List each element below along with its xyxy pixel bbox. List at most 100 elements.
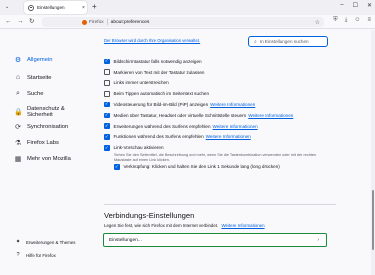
option-label: Beim Tippen automatisch im Seitentext su… (113, 91, 210, 97)
back-arrow-icon[interactable]: ← (5, 17, 12, 26)
settings-gear-icon (28, 4, 34, 11)
maximize-icon[interactable]: ☐ (353, 2, 358, 9)
checkbox[interactable] (104, 69, 110, 75)
learn-more-link[interactable]: Weitere Informationen (206, 134, 251, 139)
url-address[interactable]: about:preferences (111, 20, 150, 25)
learn-more-link[interactable]: Weitere Informationen (221, 223, 264, 228)
category-more-mozilla[interactable]: ▦ Mehr von Mozilla (14, 155, 71, 163)
option-search-when-typing[interactable]: Beim Tippen automatisch im Seitentext su… (104, 88, 336, 99)
section-divider (104, 204, 336, 205)
option-recommend-extensions[interactable]: ✓ Erweiterungen während des Surfens empf… (104, 121, 336, 132)
option-label: Markieren von Text mit der Tastatur zula… (113, 69, 205, 75)
puzzle-icon: ✦ (15, 239, 21, 245)
tab-close-icon[interactable]: × (80, 5, 87, 11)
checkbox[interactable] (104, 91, 110, 97)
category-search[interactable]: ⌕ Suche (14, 90, 43, 98)
tab-settings[interactable]: Einstellungen × (24, 1, 87, 14)
scrollbar-thumb[interactable] (372, 190, 374, 250)
footer-label: Hilfe für Firefox (26, 252, 56, 258)
category-label: Firefox Labs (27, 140, 59, 146)
category-home[interactable]: ⌂ Startseite (14, 74, 52, 81)
network-settings-description: Legen Sie fest, wie sich Firefox mit dem… (104, 223, 265, 228)
addons-themes-link[interactable]: ✦ Erweiterungen & Themes (14, 239, 76, 245)
url-bar[interactable]: Firefox about:preferences ☆ (42, 17, 324, 27)
option-label: Link-Vorschau aktivieren (113, 145, 164, 151)
option-label: Videosteuerung für Bild-im-Bild (PiP) an… (113, 102, 209, 108)
firefox-logo-icon (82, 19, 87, 25)
option-underline-links[interactable]: Links immer unterstreichen (104, 78, 336, 89)
option-label: Medien über Tastatur, Headset oder virtu… (113, 112, 247, 118)
checkbox[interactable]: ✓ (104, 123, 110, 129)
checkbox[interactable]: ✓ (104, 59, 110, 65)
url-separator (106, 19, 108, 25)
managed-policy-notice[interactable]: Der Browser wird durch Ihre Organisation… (104, 38, 200, 43)
menu-icon[interactable]: ≡ (367, 17, 371, 24)
account-icon[interactable]: ☺ (354, 17, 360, 24)
option-long-press[interactable]: ✓ Verknüpfung: Klicken und halten Sie de… (114, 163, 336, 171)
option-label: Funktionen während des Surfens empfehlen (113, 134, 204, 140)
downloads-icon[interactable]: ⤓ (345, 17, 348, 24)
category-label: Allgemein (27, 57, 53, 63)
gear-icon: ⚙ (14, 57, 22, 64)
learn-more-link[interactable]: Weitere Informationen (210, 102, 255, 107)
category-label: Mehr von Mozilla (27, 156, 71, 162)
flask-icon: ⚗ (14, 140, 22, 147)
sync-icon: ⟳ (15, 124, 21, 131)
bookmark-star-icon[interactable]: ☆ (315, 19, 320, 26)
connection-settings-button[interactable]: Einstellungen... › (103, 233, 327, 247)
link-preview-description: Sehen Sie den Seitentitel, die Beschreib… (114, 153, 317, 162)
option-onscreen-keyboard[interactable]: ✓ Bildschirmtastatur falls notwendig anz… (104, 56, 336, 67)
tab-strip: ⌄ Einstellungen × + – ☐ ✕ (0, 0, 375, 15)
button-label: Einstellungen... (109, 237, 142, 243)
chevron-right-icon: › (317, 237, 319, 243)
shield-icon[interactable]: ⛨ (333, 17, 338, 24)
checkbox[interactable]: ✓ (104, 134, 110, 140)
search-icon: ⌕ (16, 90, 20, 97)
checkbox[interactable]: ✓ (104, 102, 110, 108)
toolbar-right: ⛨ ⤓ ☺ ≡ (333, 17, 371, 24)
home-icon: ⌂ (15, 74, 21, 81)
category-label: Datenschutz & Sicherheit (27, 106, 65, 118)
reload-icon[interactable]: ↻ (29, 17, 34, 26)
forward-arrow-icon[interactable]: → (17, 17, 24, 26)
window-close-icon[interactable]: ✕ (367, 2, 372, 9)
category-privacy[interactable]: 🔒 Datenschutz & Sicherheit (14, 106, 90, 118)
navigation-bar: ← → ↻ Firefox about:preferences ☆ ⛨ ⤓ ☺ … (0, 15, 375, 29)
tab-title: Einstellungen (37, 5, 65, 10)
identity-label: Firefox (89, 19, 104, 25)
lock-icon: 🔒 (14, 109, 23, 116)
page-scrollbar[interactable] (371, 30, 375, 275)
preferences-page: ⚙ Allgemein ⌂ Startseite ⌕ Suche 🔒 Daten… (0, 30, 375, 275)
network-description-text: Legen Sie fest, wie sich Firefox mit dem… (104, 223, 219, 228)
option-label: Verknüpfung: Klicken und halten Sie den … (123, 164, 280, 170)
learn-more-link[interactable]: Weitere Informationen (248, 113, 293, 118)
checkbox[interactable]: ✓ (104, 145, 110, 151)
learn-more-link[interactable]: Weitere Informationen (213, 124, 258, 129)
option-label: Erweiterungen während des Surfens empfeh… (113, 123, 211, 129)
option-media-keys[interactable]: ✓ Medien über Tastatur, Headset oder vir… (104, 110, 336, 121)
minimize-icon[interactable]: – (340, 2, 343, 9)
category-general[interactable]: ⚙ Allgemein (14, 56, 53, 64)
browsing-options: ✓ Bildschirmtastatur falls notwendig anz… (104, 56, 336, 171)
network-settings-title: Verbindungs-Einstellungen (104, 211, 195, 220)
option-label: Links immer unterstreichen (113, 80, 169, 86)
checkbox[interactable] (104, 80, 110, 86)
mozilla-icon: ▦ (14, 156, 22, 163)
preferences-search[interactable]: ⌕ In Einstellungen suchen (248, 36, 328, 47)
option-pip-controls[interactable]: ✓ Videosteuerung für Bild-im-Bild (PiP) … (104, 99, 336, 110)
firefox-help-link[interactable]: ? Hilfe für Firefox (14, 252, 56, 258)
checkbox[interactable]: ✓ (104, 113, 110, 119)
list-all-tabs-icon[interactable]: ⌄ (5, 4, 9, 10)
new-tab-button[interactable]: + (92, 3, 97, 11)
category-label: Suche (27, 91, 44, 97)
option-caret-browsing[interactable]: Markieren von Text mit der Tastatur zula… (104, 67, 336, 78)
option-recommend-features[interactable]: ✓ Funktionen während des Surfens empfehl… (104, 132, 336, 143)
search-placeholder: In Einstellungen suchen (259, 39, 309, 44)
category-label: Startseite (27, 74, 52, 81)
category-sync[interactable]: ⟳ Synchronisation (14, 123, 68, 131)
help-icon: ? (16, 252, 20, 258)
checkbox[interactable]: ✓ (114, 164, 120, 170)
option-label: Bildschirmtastatur falls notwendig anzei… (113, 58, 202, 64)
option-link-preview[interactable]: ✓ Link-Vorschau aktivieren (104, 142, 336, 153)
category-labs[interactable]: ⚗ Firefox Labs (14, 139, 59, 147)
